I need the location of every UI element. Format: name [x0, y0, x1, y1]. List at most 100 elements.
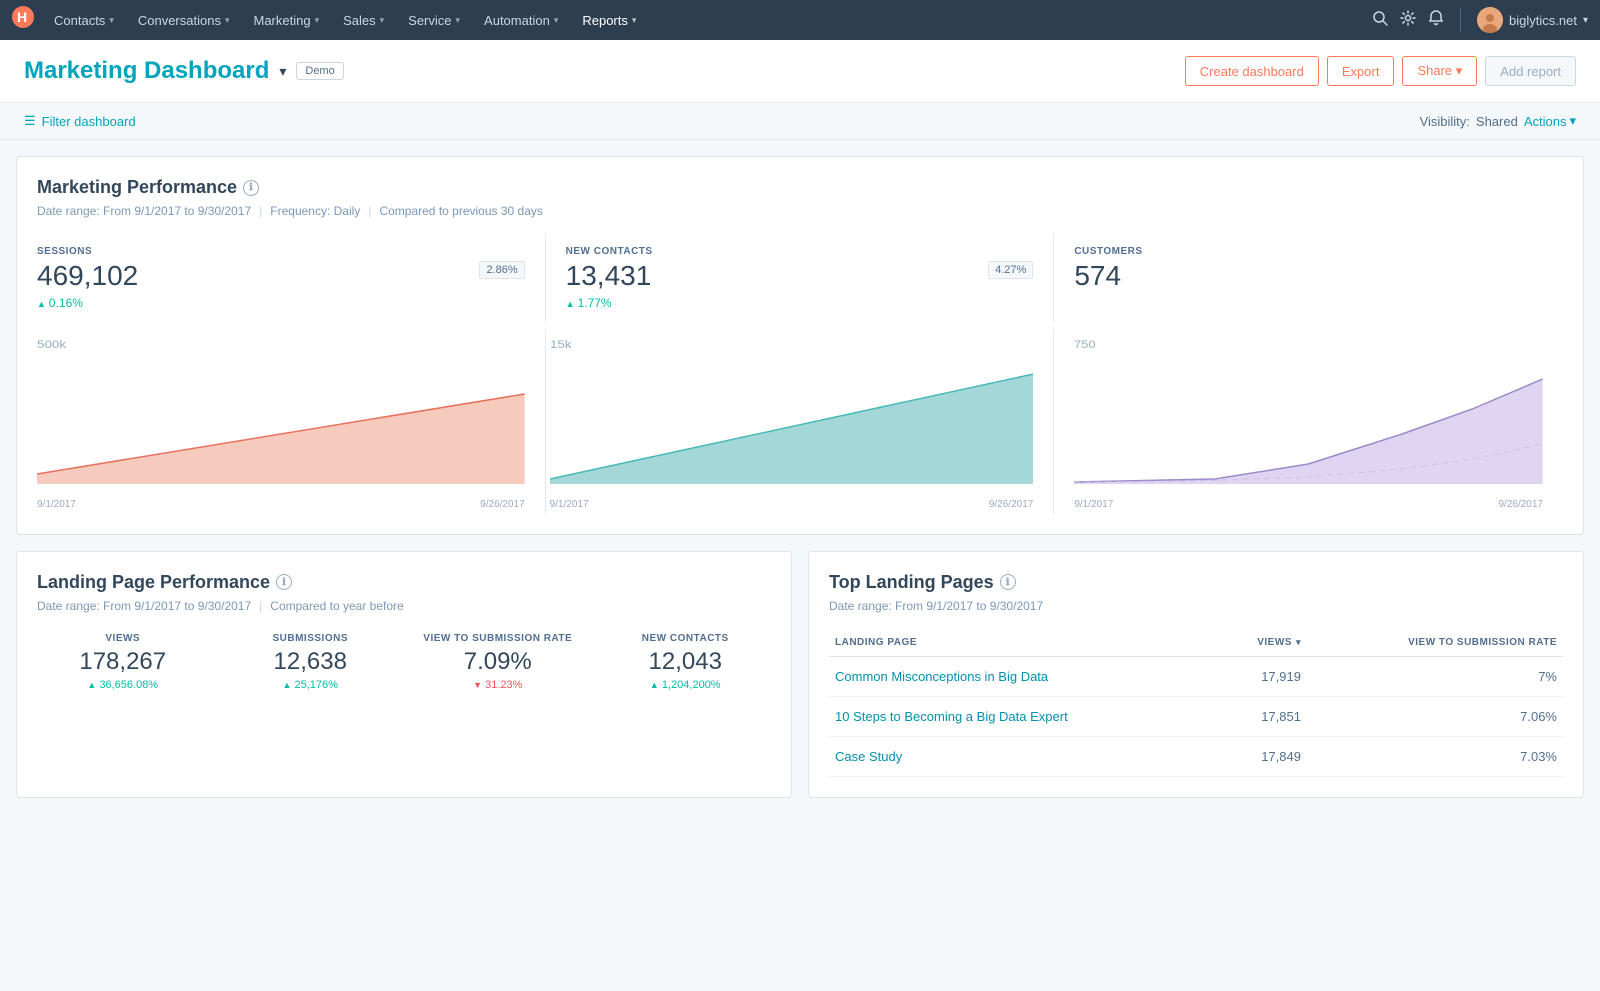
- marketing-performance-card: Marketing Performance ℹ Date range: From…: [16, 156, 1584, 535]
- chevron-down-icon: ▾: [554, 15, 559, 26]
- lp-rate-metric: VIEW TO SUBMISSION RATE 7.09% 31.23%: [412, 633, 584, 691]
- visibility-area: Visibility: Shared Actions ▾: [1420, 113, 1576, 129]
- customers-chart: 750 9/1/2017 9/26/2017: [1054, 330, 1563, 514]
- top-nav: H Contacts ▾ Conversations ▾ Marketing ▾…: [0, 0, 1600, 40]
- lp-performance-subtitle: Date range: From 9/1/2017 to 9/30/2017 |…: [37, 599, 771, 613]
- header-actions: Create dashboard Export Share ▾ Add repo…: [1185, 56, 1576, 86]
- bottom-grid: Landing Page Performance ℹ Date range: F…: [16, 551, 1584, 814]
- nav-item-service[interactable]: Service ▾: [396, 0, 472, 40]
- marketing-performance-info-icon[interactable]: ℹ: [243, 180, 259, 196]
- page-title: Marketing Dashboard: [24, 57, 269, 85]
- top-landing-pages-card: Top Landing Pages ℹ Date range: From 9/1…: [808, 551, 1584, 798]
- main-content: Marketing Performance ℹ Date range: From…: [0, 140, 1600, 830]
- th-landing-page: LANDING PAGE: [829, 629, 1218, 657]
- new-contacts-badge: 4.27%: [988, 261, 1033, 279]
- lp-new-contacts-change: 1,204,200%: [600, 679, 772, 691]
- top-landing-pages-title: Top Landing Pages ℹ: [829, 572, 1563, 593]
- filter-dashboard-link[interactable]: ☰ Filter dashboard: [24, 113, 136, 129]
- sessions-change-up-icon: [37, 296, 46, 310]
- create-dashboard-button[interactable]: Create dashboard: [1185, 56, 1319, 86]
- nav-right: biglytics.net ▾: [1372, 7, 1588, 33]
- top-landing-pages-info-icon[interactable]: ℹ: [1000, 574, 1016, 590]
- sessions-change: 0.16%: [37, 296, 525, 310]
- sessions-badge: 2.86%: [479, 261, 524, 279]
- sessions-chart-axis: 9/1/2017 9/26/2017: [37, 499, 525, 510]
- nav-item-reports[interactable]: Reports ▾: [570, 0, 648, 40]
- svg-text:750: 750: [1074, 338, 1096, 351]
- nav-user[interactable]: biglytics.net ▾: [1477, 7, 1588, 33]
- landing-page-link-3[interactable]: Case Study: [835, 749, 902, 764]
- landing-page-link-1[interactable]: Common Misconceptions in Big Data: [835, 669, 1048, 684]
- lp-submissions-value: 12,638: [225, 648, 397, 676]
- sessions-chart: 500k 9/1/2017 9/26/2017: [37, 330, 546, 514]
- settings-icon[interactable]: [1400, 10, 1416, 31]
- nav-item-automation[interactable]: Automation ▾: [472, 0, 570, 40]
- rate-cell-2: 7.06%: [1307, 696, 1563, 736]
- new-contacts-label: NEW CONTACTS: [566, 246, 1034, 257]
- table-row: Common Misconceptions in Big Data 17,919…: [829, 656, 1563, 696]
- nav-divider: [1460, 8, 1461, 32]
- lp-new-contacts-metric: NEW CONTACTS 12,043 1,204,200%: [600, 633, 772, 691]
- lp-views-label: VIEWS: [37, 633, 209, 644]
- search-icon[interactable]: [1372, 10, 1388, 31]
- lp-performance-info-icon[interactable]: ℹ: [276, 574, 292, 590]
- landing-page-performance-card: Landing Page Performance ℹ Date range: F…: [16, 551, 792, 798]
- marketing-performance-title: Marketing Performance ℹ: [37, 177, 1563, 198]
- chevron-down-icon: ▾: [225, 15, 230, 26]
- lp-submissions-change: 25,176%: [225, 679, 397, 691]
- new-contacts-change: 1.77%: [566, 296, 1034, 310]
- lp-views-up-icon: [87, 679, 96, 691]
- customers-label: CUSTOMERS: [1074, 246, 1543, 257]
- lp-rate-down-icon: [473, 679, 482, 691]
- visibility-value: Shared: [1476, 114, 1518, 129]
- notifications-icon[interactable]: [1428, 10, 1444, 31]
- demo-badge: Demo: [296, 62, 343, 80]
- nav-item-sales[interactable]: Sales ▾: [331, 0, 396, 40]
- nav-item-contacts[interactable]: Contacts ▾: [42, 0, 126, 40]
- views-cell-3: 17,849: [1218, 736, 1307, 776]
- sessions-value: 469,102: [37, 261, 138, 292]
- new-contacts-chart-axis: 9/1/2017 9/26/2017: [550, 499, 1034, 510]
- lp-metrics: VIEWS 178,267 36,656.08% SUBMISSIONS 12,…: [37, 633, 771, 691]
- nav-items: Contacts ▾ Conversations ▾ Marketing ▾ S…: [42, 0, 1372, 40]
- nav-item-conversations[interactable]: Conversations ▾: [126, 0, 242, 40]
- lp-rate-change: 31.23%: [412, 679, 584, 691]
- landing-page-performance-title: Landing Page Performance ℹ: [37, 572, 771, 593]
- actions-button[interactable]: Actions ▾: [1524, 113, 1576, 129]
- export-button[interactable]: Export: [1327, 56, 1395, 86]
- dashboard-dropdown-icon[interactable]: ▾: [279, 63, 286, 80]
- chevron-down-icon: ▾: [109, 15, 114, 26]
- top-landing-pages-subtitle: Date range: From 9/1/2017 to 9/30/2017: [829, 599, 1563, 613]
- th-views: VIEWS ▾: [1218, 629, 1307, 657]
- actions-chevron-icon: ▾: [1569, 113, 1576, 129]
- page-title-area: Marketing Dashboard ▾ Demo: [24, 57, 344, 85]
- visibility-label: Visibility:: [1420, 114, 1470, 129]
- svg-text:500k: 500k: [37, 338, 67, 351]
- svg-text:15k: 15k: [550, 338, 572, 351]
- table-body: Common Misconceptions in Big Data 17,919…: [829, 656, 1563, 776]
- customers-metric: CUSTOMERS 574: [1054, 234, 1563, 322]
- views-cell-1: 17,919: [1218, 656, 1307, 696]
- customers-value: 574: [1074, 261, 1543, 292]
- chevron-down-icon: ▾: [380, 15, 385, 26]
- hubspot-logo[interactable]: H: [12, 6, 34, 34]
- views-sort-icon[interactable]: ▾: [1296, 637, 1301, 648]
- nav-item-marketing[interactable]: Marketing ▾: [241, 0, 331, 40]
- lp-new-contacts-value: 12,043: [600, 648, 772, 676]
- lp-views-metric: VIEWS 178,267 36,656.08%: [37, 633, 209, 691]
- share-chevron-icon: ▾: [1456, 63, 1463, 78]
- rate-cell-3: 7.03%: [1307, 736, 1563, 776]
- share-button[interactable]: Share ▾: [1402, 56, 1477, 86]
- table-header: LANDING PAGE VIEWS ▾ VIEW TO SUBMISSION …: [829, 629, 1563, 657]
- filter-bar: ☰ Filter dashboard Visibility: Shared Ac…: [0, 103, 1600, 140]
- metrics-row: SESSIONS 469,102 2.86% 0.16% NEW CONTACT…: [37, 234, 1563, 322]
- svg-text:H: H: [17, 9, 27, 25]
- chevron-down-icon: ▾: [456, 15, 461, 26]
- landing-page-link-2[interactable]: 10 Steps to Becoming a Big Data Expert: [835, 709, 1068, 724]
- marketing-performance-subtitle: Date range: From 9/1/2017 to 9/30/2017 |…: [37, 204, 1563, 218]
- user-chevron-icon: ▾: [1583, 15, 1588, 26]
- rate-cell-1: 7%: [1307, 656, 1563, 696]
- username-label: biglytics.net: [1509, 13, 1577, 28]
- new-contacts-metric: NEW CONTACTS 13,431 4.27% 1.77%: [546, 234, 1055, 322]
- avatar: [1477, 7, 1503, 33]
